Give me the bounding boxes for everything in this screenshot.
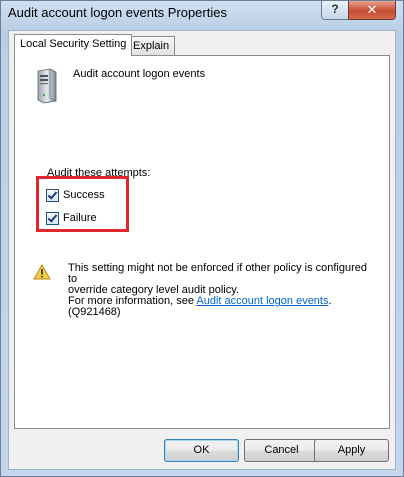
ok-button[interactable]: OK <box>164 439 239 462</box>
dialog-client-area: Local Security Setting Explain Audit acc… <box>8 30 396 470</box>
warning-triangle-icon <box>33 264 51 280</box>
apply-button[interactable]: Apply <box>314 439 389 462</box>
tab-panel: Audit account logon events Audit these a… <box>14 55 390 429</box>
audit-account-logon-events-link[interactable]: Audit account logon events <box>196 295 328 307</box>
warning-line-1: This setting might not be enforced if ot… <box>68 262 367 285</box>
warning-message: This setting might not be enforced if ot… <box>68 263 368 318</box>
cancel-button[interactable]: Cancel <box>244 439 319 462</box>
server-computer-icon <box>37 68 57 104</box>
properties-dialog: Audit account logon events Properties ? … <box>0 0 404 477</box>
title-bar[interactable]: Audit account logon events Properties ? … <box>1 1 403 27</box>
tab-explain[interactable]: Explain <box>127 36 176 55</box>
tab-local-security-setting[interactable]: Local Security Setting <box>14 34 133 56</box>
close-button[interactable]: ✕ <box>348 1 396 20</box>
more-info-line: For more information, see Audit account … <box>68 296 368 318</box>
highlight-annotation-box <box>36 176 129 232</box>
policy-name: Audit account logon events <box>73 68 206 80</box>
help-button[interactable]: ? <box>321 1 349 20</box>
window-title: Audit account logon events Properties <box>8 5 227 20</box>
